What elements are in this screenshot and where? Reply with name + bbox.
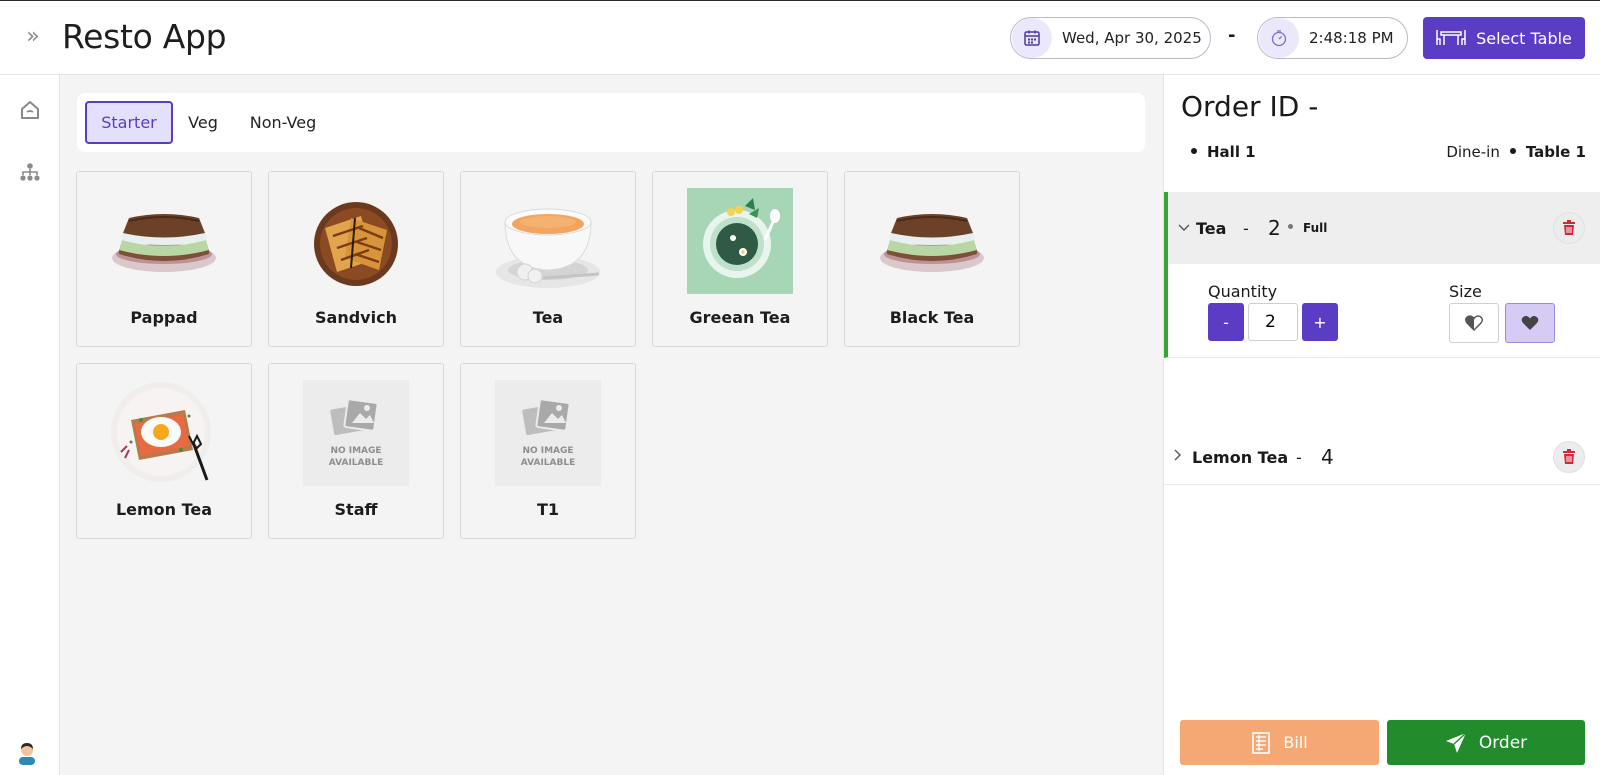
- hall-name: Hall 1: [1207, 143, 1256, 161]
- sandwich-photo: [879, 188, 985, 294]
- item-dash: -: [1296, 447, 1302, 467]
- no-image-text: NO IMAGE AVAILABLE: [521, 445, 575, 469]
- half-heart-icon: [1465, 315, 1483, 331]
- bullet-icon: [1191, 147, 1197, 154]
- green-tea-illustration: [687, 188, 793, 294]
- menu-item-card[interactable]: NO IMAGE AVAILABLE T1: [460, 363, 636, 539]
- order-id-title: Order ID -: [1181, 90, 1319, 123]
- menu-item-card[interactable]: Tea: [460, 171, 636, 347]
- calendar-icon: [1012, 18, 1052, 58]
- no-image-line1: NO IMAGE: [330, 446, 382, 456]
- hierarchy-icon[interactable]: [17, 159, 43, 185]
- order-item-qty: 2: [1268, 216, 1281, 240]
- order-item[interactable]: Lemon Tea - 4: [1164, 429, 1600, 485]
- bullet-icon: [1288, 224, 1293, 229]
- time-display: 2:48:18 PM: [1257, 17, 1408, 59]
- app-header: » Resto App Wed, Apr 30, 2025 - 2:48:18 …: [0, 0, 1600, 75]
- menu-item-card[interactable]: Greean Tea: [652, 171, 828, 347]
- order-item-name: Tea: [1196, 218, 1227, 238]
- no-image-text: NO IMAGE AVAILABLE: [329, 445, 383, 469]
- time-text: 2:48:18 PM: [1309, 29, 1394, 47]
- delete-item-button[interactable]: [1553, 212, 1585, 244]
- order-item-size: Full: [1303, 221, 1328, 235]
- order-item-header[interactable]: Tea - 2 Full: [1168, 192, 1600, 264]
- delete-item-button[interactable]: [1553, 441, 1585, 473]
- image-placeholder-icon: [522, 398, 571, 436]
- order-item-name: Lemon Tea: [1192, 447, 1289, 467]
- expand-sidebar-icon[interactable]: »: [20, 25, 46, 51]
- bill-button[interactable]: Bill: [1180, 720, 1379, 765]
- no-image-placeholder: NO IMAGE AVAILABLE: [495, 380, 601, 486]
- send-icon: [1445, 731, 1467, 753]
- bill-label: Bill: [1283, 733, 1308, 752]
- item-dash: -: [1243, 218, 1249, 238]
- sidebar: [0, 75, 60, 775]
- tab-non-veg[interactable]: Non-Veg: [237, 101, 329, 144]
- menu-item-card[interactable]: Lemon Tea: [76, 363, 252, 539]
- menu-item-card[interactable]: Black Tea: [844, 171, 1020, 347]
- category-tabs: Starter Veg Non-Veg: [77, 93, 1145, 152]
- date-text: Wed, Apr 30, 2025: [1062, 29, 1202, 47]
- stopwatch-icon: [1259, 18, 1299, 58]
- order-meta: Hall 1 Dine-in Table 1: [1181, 143, 1586, 165]
- menu-item-name: Tea: [532, 308, 564, 327]
- menu-item-name: Staff: [334, 500, 378, 519]
- menu-area: Starter Veg Non-Veg Pappad Sandvich Tea …: [60, 75, 1163, 775]
- table-info: Dine-in Table 1: [1446, 143, 1586, 161]
- menu-item-name: Lemon Tea: [115, 500, 213, 519]
- menu-item-card[interactable]: Sandvich: [268, 171, 444, 347]
- size-label: Size: [1449, 282, 1482, 301]
- tea-cup-photo: [495, 188, 601, 294]
- chevron-down-icon[interactable]: [1178, 221, 1190, 236]
- home-icon[interactable]: [17, 97, 43, 123]
- trash-icon: [1563, 449, 1575, 464]
- image-placeholder-icon: [330, 398, 379, 436]
- select-table-label: Select Table: [1476, 28, 1572, 48]
- decrease-quantity-button[interactable]: -: [1208, 303, 1244, 341]
- increase-quantity-button[interactable]: +: [1302, 303, 1338, 341]
- date-time-separator: -: [1228, 25, 1236, 46]
- egg-toast-photo: [111, 380, 217, 486]
- trash-icon: [1563, 220, 1575, 235]
- no-image-placeholder: NO IMAGE AVAILABLE: [303, 380, 409, 486]
- table-label: Table 1: [1509, 143, 1586, 161]
- table-name: Table 1: [1525, 143, 1586, 161]
- grilled-sandwich-photo: [303, 188, 409, 294]
- menu-item-name: Sandvich: [315, 308, 397, 327]
- menu-item-name: Black Tea: [889, 308, 975, 327]
- no-image-line1: NO IMAGE: [522, 446, 574, 456]
- no-image-line2: AVAILABLE: [328, 458, 384, 468]
- tab-starter[interactable]: Starter: [85, 101, 173, 144]
- app-title: Resto App: [62, 17, 227, 56]
- order-item-header[interactable]: Lemon Tea - 4: [1164, 429, 1600, 485]
- half-size-button[interactable]: [1449, 303, 1499, 343]
- user-avatar-icon[interactable]: [14, 740, 40, 766]
- table-icon: [1436, 30, 1466, 45]
- menu-item-card[interactable]: Pappad: [76, 171, 252, 347]
- quantity-label: Quantity: [1208, 282, 1278, 301]
- menu-item-name: Pappad: [130, 308, 198, 327]
- sandwich-photo: [111, 188, 217, 294]
- order-item: Tea - 2 Full Quantity Size - +: [1164, 192, 1600, 358]
- order-item-details: Quantity Size - +: [1168, 264, 1600, 357]
- menu-item-name: Greean Tea: [689, 308, 791, 327]
- date-display: Wed, Apr 30, 2025: [1010, 17, 1211, 59]
- full-size-button[interactable]: [1505, 303, 1555, 343]
- order-item-qty: 4: [1321, 445, 1334, 469]
- hall-info: Hall 1: [1191, 143, 1256, 161]
- bullet-icon: [1509, 147, 1516, 154]
- order-label: Order: [1478, 732, 1528, 753]
- select-table-button[interactable]: Select Table: [1423, 17, 1585, 59]
- menu-item-card[interactable]: NO IMAGE AVAILABLE Staff: [268, 363, 444, 539]
- chevron-right-icon[interactable]: [1174, 449, 1182, 465]
- no-image-line2: AVAILABLE: [520, 458, 576, 468]
- service-type: Dine-in: [1446, 143, 1500, 161]
- heart-icon: [1521, 316, 1539, 330]
- quantity-input[interactable]: [1248, 303, 1298, 341]
- receipt-icon: [1252, 731, 1271, 754]
- menu-item-name: T1: [536, 500, 560, 519]
- tab-veg[interactable]: Veg: [177, 101, 229, 144]
- place-order-button[interactable]: Order: [1387, 720, 1585, 765]
- order-panel: Order ID - Hall 1 Dine-in Table 1 Tea - …: [1163, 75, 1600, 775]
